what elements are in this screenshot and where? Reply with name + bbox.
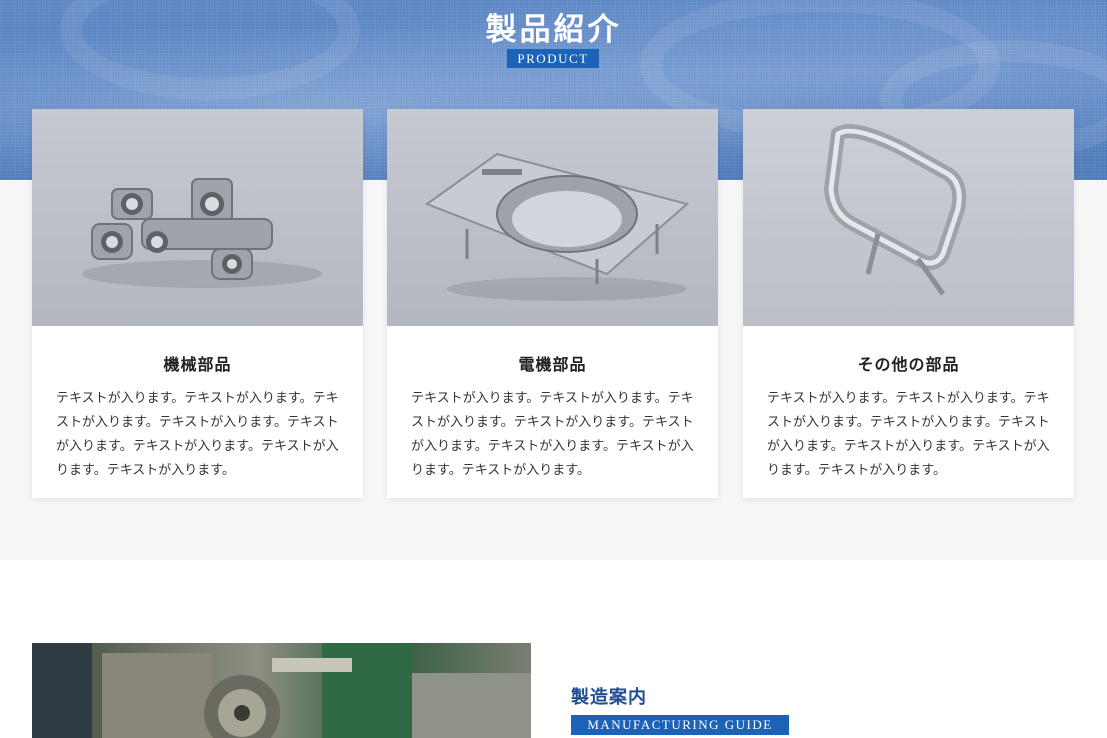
- electrical-part-image[interactable]: [387, 109, 718, 326]
- card-title: 機械部品: [163, 355, 232, 374]
- product-section-title: 製品紹介: [485, 12, 622, 48]
- card-title: 電機部品: [518, 355, 587, 374]
- manufacturing-title: 製造案内: [571, 687, 647, 708]
- card-description: テキストが入ります。テキストが入ります。テキストが入ります。テキストが入ります。…: [411, 391, 694, 478]
- product-card-other[interactable]: その他の部品 テキストが入ります。テキストが入ります。テキストが入ります。テキス…: [743, 109, 1074, 498]
- mechanical-part-image[interactable]: [32, 109, 363, 326]
- manufacturing-subtitle-badge: MANUFACTURING GUIDE: [571, 715, 789, 735]
- product-section-subtitle-badge: PRODUCT: [507, 49, 599, 68]
- card-description: テキストが入ります。テキストが入ります。テキストが入ります。テキストが入ります。…: [767, 391, 1050, 478]
- product-card-electrical[interactable]: 電機部品 テキストが入ります。テキストが入ります。テキストが入ります。テキストが…: [387, 109, 718, 498]
- other-part-image[interactable]: [743, 109, 1074, 326]
- lathe-machine-image: [32, 643, 531, 738]
- product-card-mechanical[interactable]: 機械部品 テキストが入ります。テキストが入ります。テキストが入ります。テキストが…: [32, 109, 363, 498]
- card-title: その他の部品: [857, 355, 960, 374]
- product-section: 製品紹介 PRODUCT 機械部品 テキストが入ります。テキストが入ります。テキ…: [0, 0, 1107, 560]
- card-description: テキストが入ります。テキストが入ります。テキストが入ります。テキストが入ります。…: [56, 391, 339, 478]
